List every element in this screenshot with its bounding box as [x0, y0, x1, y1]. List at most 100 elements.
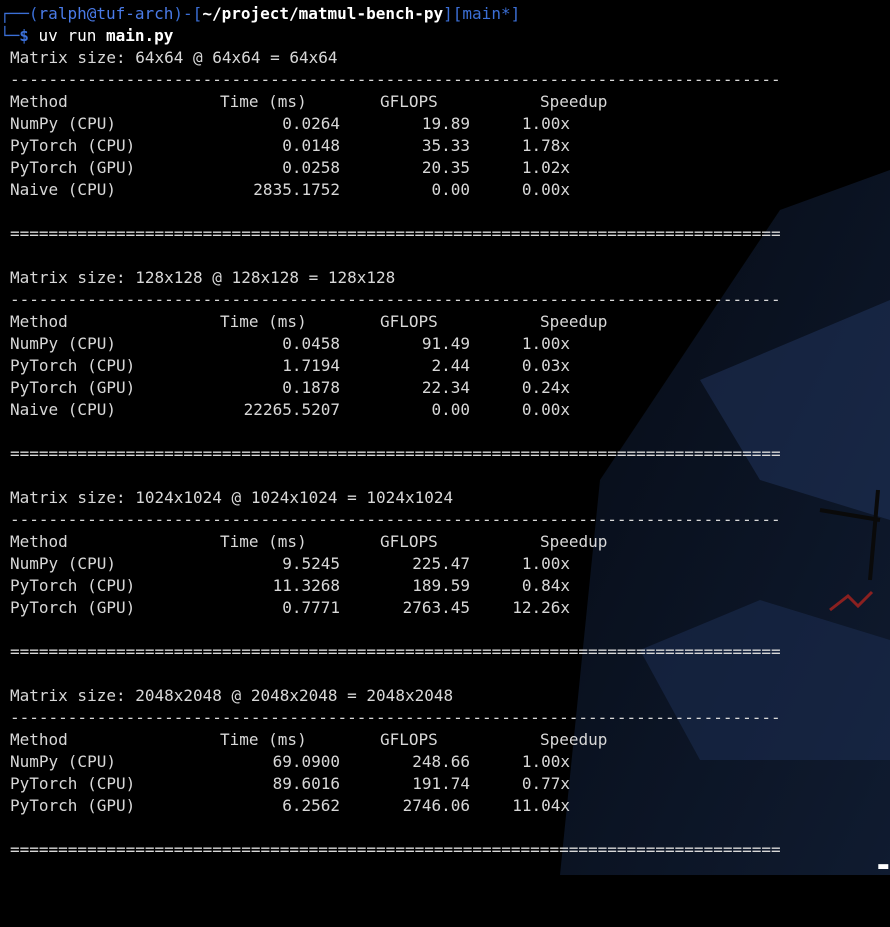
- table-row: PyTorch (GPU) 0.0258 20.35 1.02x: [0, 157, 890, 179]
- header-gflops: GFLOPS: [380, 730, 438, 749]
- prompt-close-paren: ): [173, 4, 184, 23]
- cell-gflops: 20.35: [421, 158, 470, 177]
- cell-time: 69.0900: [272, 752, 340, 771]
- table-row: PyTorch (CPU) 0.0148 35.33 1.78x: [0, 135, 890, 157]
- cell-speedup: 1.00x: [521, 114, 570, 133]
- prompt-line-2: └─$ uv run main.py: [0, 25, 890, 47]
- prompt-dollar: $: [19, 26, 29, 45]
- cell-method: PyTorch (CPU): [10, 136, 136, 155]
- header-gflops: GFLOPS: [380, 312, 438, 331]
- cell-speedup: 0.00x: [521, 180, 570, 199]
- equals-rule: ========================================…: [10, 224, 781, 243]
- cell-speedup: 0.24x: [521, 378, 570, 397]
- table-row: NumPy (CPU) 9.5245 225.47 1.00x: [0, 553, 890, 575]
- header-speedup: Speedup: [540, 730, 608, 749]
- header-speedup: Speedup: [540, 312, 608, 331]
- cell-time: 22265.5207: [243, 400, 340, 419]
- cell-method: NumPy (CPU): [10, 114, 116, 133]
- cell-time: 0.0148: [282, 136, 340, 155]
- cell-gflops: 22.34: [421, 378, 470, 397]
- header-speedup: Speedup: [540, 532, 608, 551]
- prompt-git-branch: [main*]: [452, 4, 521, 23]
- section-title: Matrix size: 64x64 @ 64x64 = 64x64: [10, 48, 338, 67]
- dash-rule: ----------------------------------------…: [10, 708, 781, 727]
- dash-rule: ----------------------------------------…: [10, 510, 781, 529]
- cell-speedup: 0.84x: [521, 576, 570, 595]
- terminal-cursor: ▂: [878, 850, 888, 869]
- cell-method: PyTorch (GPU): [10, 378, 136, 397]
- terminal-output[interactable]: ┌──(ralph@tuf-arch)-[~/project/matmul-be…: [0, 3, 890, 861]
- prompt-frame-top: ┌──: [0, 4, 29, 23]
- header-gflops: GFLOPS: [380, 92, 438, 111]
- table-row: PyTorch (CPU) 89.6016 191.74 0.77x: [0, 773, 890, 795]
- cell-method: PyTorch (CPU): [10, 576, 136, 595]
- table-header: Method Time (ms) GFLOPS Speedup: [0, 311, 890, 333]
- equals-rule: ========================================…: [10, 642, 781, 661]
- header-method: Method: [10, 312, 68, 331]
- header-gflops: GFLOPS: [380, 532, 438, 551]
- cell-time: 6.2562: [282, 796, 340, 815]
- header-method: Method: [10, 532, 68, 551]
- cell-time: 0.0258: [282, 158, 340, 177]
- table-row: PyTorch (CPU) 11.3268 189.59 0.84x: [0, 575, 890, 597]
- header-time: Time (ms): [220, 92, 307, 111]
- cell-gflops: 0.00: [431, 400, 470, 419]
- cell-speedup: 1.00x: [521, 554, 570, 573]
- section-title: Matrix size: 128x128 @ 128x128 = 128x128: [10, 268, 396, 287]
- cell-time: 0.0458: [282, 334, 340, 353]
- table-header: Method Time (ms) GFLOPS Speedup: [0, 91, 890, 113]
- cell-gflops: 2.44: [431, 356, 470, 375]
- dash-rule: ----------------------------------------…: [10, 70, 781, 89]
- cell-method: PyTorch (CPU): [10, 356, 136, 375]
- prompt-user-host: ralph@tuf-arch: [38, 4, 174, 23]
- table-header: Method Time (ms) GFLOPS Speedup: [0, 729, 890, 751]
- table-row: NumPy (CPU) 0.0264 19.89 1.00x: [0, 113, 890, 135]
- cell-gflops: 2763.45: [402, 598, 470, 617]
- header-speedup: Speedup: [540, 92, 608, 111]
- dash-rule: ----------------------------------------…: [10, 290, 781, 309]
- cell-time: 0.0264: [282, 114, 340, 133]
- table-row: PyTorch (GPU) 0.1878 22.34 0.24x: [0, 377, 890, 399]
- header-time: Time (ms): [220, 730, 307, 749]
- cell-speedup: 12.26x: [512, 598, 570, 617]
- cell-method: PyTorch (GPU): [10, 598, 136, 617]
- table-row: NumPy (CPU) 0.0458 91.49 1.00x: [0, 333, 890, 355]
- cell-gflops: 0.00: [431, 180, 470, 199]
- prompt-frame-bottom: └─: [0, 26, 20, 45]
- table-row: PyTorch (GPU) 0.7771 2763.45 12.26x: [0, 597, 890, 619]
- section-title: Matrix size: 1024x1024 @ 1024x1024 = 102…: [10, 488, 454, 507]
- cell-gflops: 191.74: [412, 774, 470, 793]
- prompt-open-paren: (: [28, 4, 39, 23]
- cell-gflops: 2746.06: [402, 796, 470, 815]
- table-row: Naive (CPU) 22265.5207 0.00 0.00x: [0, 399, 890, 421]
- cell-method: PyTorch (GPU): [10, 796, 136, 815]
- cell-speedup: 1.02x: [521, 158, 570, 177]
- prompt-dash-bracket: -[: [183, 4, 203, 23]
- cell-speedup: 0.77x: [521, 774, 570, 793]
- cell-method: Naive (CPU): [10, 400, 116, 419]
- header-method: Method: [10, 92, 68, 111]
- cell-time: 2835.1752: [253, 180, 340, 199]
- cell-speedup: 11.04x: [512, 796, 570, 815]
- table-header: Method Time (ms) GFLOPS Speedup: [0, 531, 890, 553]
- cell-speedup: 1.78x: [521, 136, 570, 155]
- command-arg: main.py: [105, 26, 174, 45]
- cell-gflops: 35.33: [421, 136, 470, 155]
- cell-speedup: 1.00x: [521, 752, 570, 771]
- cell-gflops: 189.59: [412, 576, 470, 595]
- header-method: Method: [10, 730, 68, 749]
- section-title: Matrix size: 2048x2048 @ 2048x2048 = 204…: [10, 686, 454, 705]
- cell-method: PyTorch (CPU): [10, 774, 136, 793]
- cell-method: Naive (CPU): [10, 180, 116, 199]
- cell-gflops: 248.66: [412, 752, 470, 771]
- header-time: Time (ms): [220, 532, 307, 551]
- equals-rule: ========================================…: [10, 840, 781, 859]
- cell-time: 89.6016: [272, 774, 340, 793]
- prompt-bracket-close: ]: [443, 4, 453, 23]
